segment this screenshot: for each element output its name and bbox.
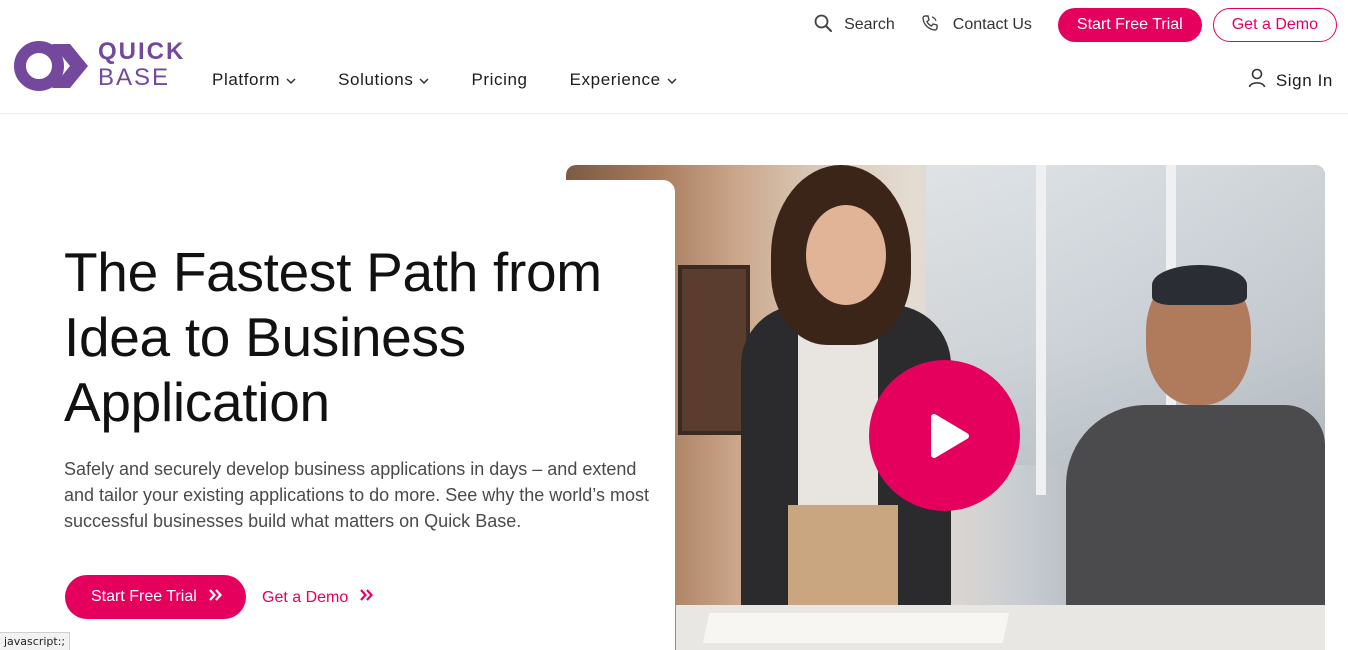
photo-document	[702, 613, 1010, 643]
get-a-demo-label: Get a Demo	[262, 588, 349, 606]
double-chevron-right-icon	[360, 588, 374, 607]
hero-title-line: Idea to Business	[64, 306, 466, 368]
hero-title-line: The Fastest Path from	[64, 241, 602, 303]
photo-woman-face	[806, 205, 886, 305]
nav-item-solutions[interactable]: Solutions	[338, 70, 429, 90]
user-icon	[1248, 68, 1266, 93]
chevron-down-icon	[667, 70, 677, 90]
chevron-down-icon	[419, 70, 429, 90]
quickbase-logo[interactable]: QUICK BASE	[14, 40, 194, 92]
hero-title-line: Application	[64, 371, 330, 433]
browser-status-bar: javascript:;	[0, 632, 71, 650]
photo-window-mullion	[1036, 165, 1046, 495]
photo-wall-art	[678, 265, 750, 435]
sign-in-link[interactable]: Sign In	[1248, 68, 1333, 93]
get-a-demo-button-header[interactable]: Get a Demo	[1212, 8, 1337, 42]
start-free-trial-label: Start Free Trial	[91, 588, 197, 605]
contact-us-link[interactable]: Contact Us	[921, 14, 1032, 37]
play-video-button[interactable]	[869, 360, 1020, 511]
nav-item-label: Platform	[212, 70, 281, 89]
logo-word-base: BASE	[98, 64, 171, 91]
start-free-trial-button[interactable]: Start Free Trial	[65, 575, 246, 619]
hero-title: The Fastest Path from Idea to Business A…	[64, 240, 654, 435]
search-label: Search	[844, 16, 895, 33]
nav-item-pricing[interactable]: Pricing	[471, 70, 527, 90]
photo-man-hair	[1152, 265, 1247, 305]
photo-woman-shirt	[798, 330, 878, 520]
contact-us-label: Contact Us	[952, 16, 1032, 33]
nav-item-label: Experience	[569, 70, 661, 89]
play-icon	[920, 413, 970, 459]
get-a-demo-link[interactable]: Get a Demo	[262, 588, 374, 607]
hero-subtitle: Safely and securely develop business app…	[64, 459, 649, 531]
nav-item-label: Pricing	[471, 70, 528, 89]
main-nav: Platform Solutions Pricing Experience	[212, 68, 719, 92]
search-link[interactable]: Search	[814, 14, 895, 37]
chevron-down-icon	[286, 70, 296, 90]
logo-word-quick: QUICK	[98, 38, 186, 65]
nav-item-label: Solutions	[338, 70, 414, 89]
logo-wordmark: QUICK BASE	[98, 40, 185, 90]
double-chevron-right-icon	[209, 588, 223, 607]
search-icon	[814, 14, 833, 37]
nav-item-platform[interactable]: Platform	[212, 70, 296, 90]
site-header: QUICK BASE Search Contact Us Start Free …	[0, 0, 1348, 114]
nav-item-experience[interactable]: Experience	[570, 70, 677, 90]
sign-in-label: Sign In	[1275, 70, 1333, 90]
phone-icon	[921, 14, 939, 37]
start-free-trial-button-header[interactable]: Start Free Trial	[1057, 8, 1202, 42]
utility-nav: Search Contact Us Start Free Trial Get a…	[814, 8, 1337, 42]
quickbase-logo-mark-icon	[14, 41, 88, 91]
